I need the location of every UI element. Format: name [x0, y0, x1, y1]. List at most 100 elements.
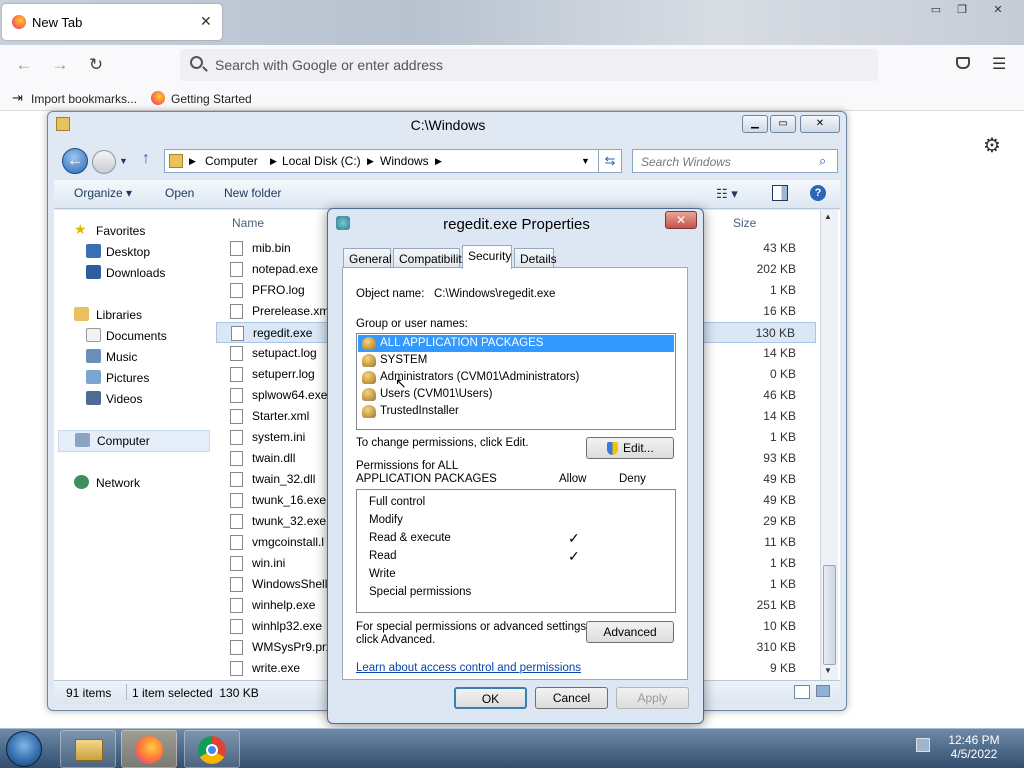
forward-arrow-icon[interactable]: → — [50, 55, 70, 75]
views-icon[interactable]: ☷ ▾ — [716, 186, 738, 202]
bookmark-getting-started[interactable]: Getting Started — [171, 92, 252, 106]
groups-list[interactable]: ALL APPLICATION PACKAGES SYSTEM Administ… — [356, 333, 676, 430]
file-icon — [230, 283, 243, 298]
desktop-icon — [86, 244, 101, 258]
nav-favorites[interactable]: ★ Favorites — [54, 221, 214, 241]
large-icons-view-icon[interactable] — [816, 685, 830, 697]
nav-computer[interactable]: Computer — [58, 430, 210, 452]
ok-button[interactable]: OK — [454, 687, 527, 709]
permissions-list[interactable]: Full control Modify Read & execute ✓ Read… — [356, 489, 676, 613]
gear-icon[interactable]: ⚙ — [983, 133, 1001, 158]
details-view-icon[interactable] — [794, 685, 810, 699]
taskbar-firefox[interactable] — [121, 730, 177, 768]
back-button[interactable]: ← — [62, 148, 88, 174]
nav-desktop-label: Desktop — [106, 245, 151, 259]
explorer-title: C:\Windows — [410, 117, 486, 133]
pocket-icon[interactable] — [956, 57, 970, 69]
column-header-size[interactable]: Size — [733, 216, 756, 230]
explorer-maximize-button[interactable]: ▭ — [770, 115, 796, 133]
taskbar-explorer[interactable] — [60, 730, 116, 768]
learn-more-link[interactable]: Learn about access control and permissio… — [356, 662, 581, 674]
file-name: notepad.exe — [252, 262, 319, 276]
allow-header: Allow — [559, 473, 587, 485]
new-folder-button[interactable]: New folder — [224, 186, 281, 200]
videos-icon — [86, 391, 101, 405]
menu-icon[interactable]: ☰ — [992, 54, 1006, 74]
folder-icon — [169, 154, 183, 168]
tab-details[interactable]: Details — [514, 248, 557, 268]
file-icon — [230, 598, 243, 613]
file-icon — [230, 619, 243, 634]
network-tray-icon[interactable] — [916, 738, 930, 752]
up-arrow-icon[interactable]: ↑ — [142, 150, 150, 168]
address-dropdown-icon[interactable]: ▼ — [581, 156, 590, 166]
nav-pictures[interactable]: Pictures — [54, 368, 214, 388]
file-name: WindowsShell — [252, 577, 328, 591]
pictures-icon — [86, 370, 101, 384]
list-item[interactable]: TrustedInstaller — [358, 403, 674, 420]
nav-videos[interactable]: Videos — [54, 389, 214, 409]
nav-videos-label: Videos — [106, 392, 143, 406]
nav-downloads-label: Downloads — [106, 266, 166, 280]
file-size: 0 KB — [769, 367, 796, 381]
tab-security[interactable]: Security — [462, 245, 512, 269]
scroll-thumb[interactable] — [823, 565, 836, 665]
advanced-button[interactable]: Advanced — [586, 621, 674, 643]
nav-music[interactable]: Music — [54, 347, 214, 367]
vertical-scrollbar[interactable]: ▲ ▼ — [820, 210, 838, 680]
url-placeholder: Search with Google or enter address — [215, 57, 444, 73]
close-window-button[interactable]: ✕ — [987, 2, 1009, 18]
search-input[interactable]: Search Windows ⌕ — [632, 149, 838, 173]
tab-compatibility[interactable]: Compatibility — [393, 248, 468, 268]
nav-downloads[interactable]: Downloads — [54, 263, 214, 283]
tab-general[interactable]: General — [343, 248, 392, 268]
list-item[interactable]: ALL APPLICATION PACKAGES — [358, 335, 674, 352]
explorer-close-button[interactable]: ✕ — [800, 115, 840, 133]
refresh-icon[interactable]: ⇆ — [598, 149, 622, 173]
breadcrumb-windows[interactable]: Windows — [380, 154, 429, 168]
dialog-close-button[interactable]: ✕ — [665, 211, 697, 229]
tab-close-icon[interactable]: ✕ — [200, 13, 212, 30]
file-size: 10 KB — [763, 619, 796, 633]
file-icon — [230, 640, 243, 655]
back-arrow-icon[interactable]: ← — [14, 55, 34, 75]
column-header-name[interactable]: Name — [232, 216, 264, 230]
group-icon — [362, 371, 376, 384]
chrome-icon — [198, 736, 226, 764]
scroll-up-icon[interactable]: ▲ — [824, 212, 832, 221]
file-size: 49 KB — [763, 493, 796, 507]
permission-name: Full control — [369, 496, 426, 508]
user-icon — [362, 405, 376, 418]
restore-button[interactable]: ❐ — [951, 2, 973, 18]
edit-button[interactable]: Edit... — [586, 437, 674, 459]
tab-new-tab[interactable]: New Tab ✕ — [2, 4, 222, 40]
nav-libraries[interactable]: Libraries — [54, 305, 214, 325]
breadcrumb-local-disk[interactable]: Local Disk (C:) — [282, 154, 361, 168]
start-button[interactable] — [6, 731, 42, 767]
breadcrumb-computer[interactable]: Computer — [205, 154, 258, 168]
open-button[interactable]: Open — [165, 186, 194, 200]
forward-button[interactable] — [92, 150, 116, 174]
help-icon[interactable]: ? — [810, 185, 826, 201]
file-size: 14 KB — [763, 346, 796, 360]
preview-pane-icon[interactable] — [772, 185, 788, 201]
list-item[interactable]: SYSTEM — [358, 352, 674, 369]
taskbar-chrome[interactable] — [184, 730, 240, 768]
reload-icon[interactable]: ↻ — [86, 55, 106, 75]
organize-button[interactable]: Organize ▾ — [74, 186, 132, 200]
url-bar[interactable]: Search with Google or enter address — [180, 49, 878, 81]
object-name-value: C:\Windows\regedit.exe — [434, 288, 556, 300]
history-dropdown-icon[interactable]: ▼ — [119, 156, 128, 166]
clock[interactable]: 12:46 PM 4/5/2022 — [946, 733, 1002, 761]
explorer-minimize-button[interactable]: ▁ — [742, 115, 768, 133]
minimize-button[interactable]: ▭ — [925, 2, 947, 18]
nav-documents[interactable]: Documents — [54, 326, 214, 346]
file-icon — [230, 409, 243, 424]
nav-desktop[interactable]: Desktop — [54, 242, 214, 262]
bookmark-import[interactable]: Import bookmarks... — [31, 92, 137, 106]
scroll-down-icon[interactable]: ▼ — [824, 666, 832, 675]
cancel-button[interactable]: Cancel — [535, 687, 608, 709]
nav-network[interactable]: Network — [54, 473, 214, 493]
apply-button[interactable]: Apply — [616, 687, 689, 709]
address-bar[interactable]: ▶ Computer ▶ Local Disk (C:) ▶ Windows ▶… — [164, 149, 599, 173]
